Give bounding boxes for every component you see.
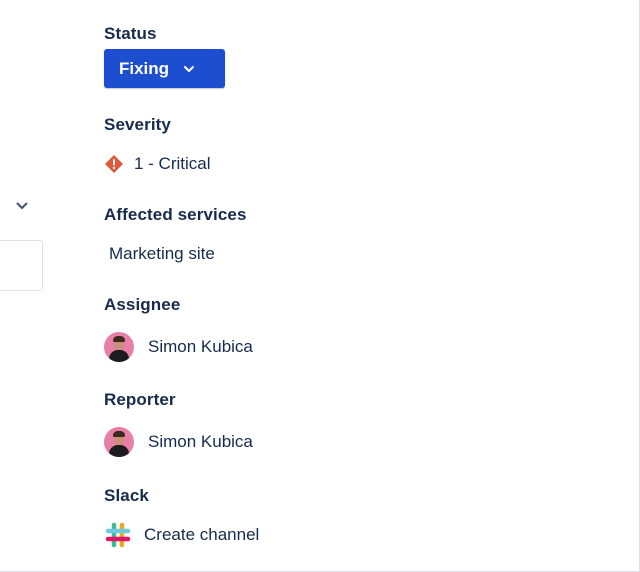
assignee-label: Assignee (104, 295, 181, 314)
assignee-name: Simon Kubica (148, 337, 253, 356)
reporter-label: Reporter (104, 390, 176, 409)
create-channel-label: Create channel (144, 525, 260, 544)
status-label: Status (104, 24, 157, 43)
severity-field[interactable]: 1 - Critical (104, 154, 211, 174)
severity-value: 1 - Critical (134, 154, 211, 173)
critical-diamond-icon (104, 154, 124, 174)
create-channel-button[interactable]: Create channel (104, 521, 259, 549)
reporter-field[interactable]: Simon Kubica (104, 427, 253, 457)
severity-label: Severity (104, 115, 171, 134)
status-dropdown-button[interactable]: Fixing (104, 49, 225, 88)
service-tag-marketing-site[interactable]: Marketing site (104, 240, 220, 268)
frame-border (0, 0, 640, 572)
left-panel-box (0, 240, 43, 291)
status-value: Fixing (119, 58, 170, 78)
slack-icon (104, 521, 132, 549)
assignee-avatar (104, 332, 134, 362)
collapse-chevron-icon[interactable] (14, 198, 30, 214)
slack-label: Slack (104, 486, 149, 505)
reporter-avatar (104, 427, 134, 457)
chevron-down-icon (183, 65, 195, 73)
reporter-name: Simon Kubica (148, 432, 253, 451)
affected-services-label: Affected services (104, 205, 247, 224)
assignee-field[interactable]: Simon Kubica (104, 332, 253, 362)
